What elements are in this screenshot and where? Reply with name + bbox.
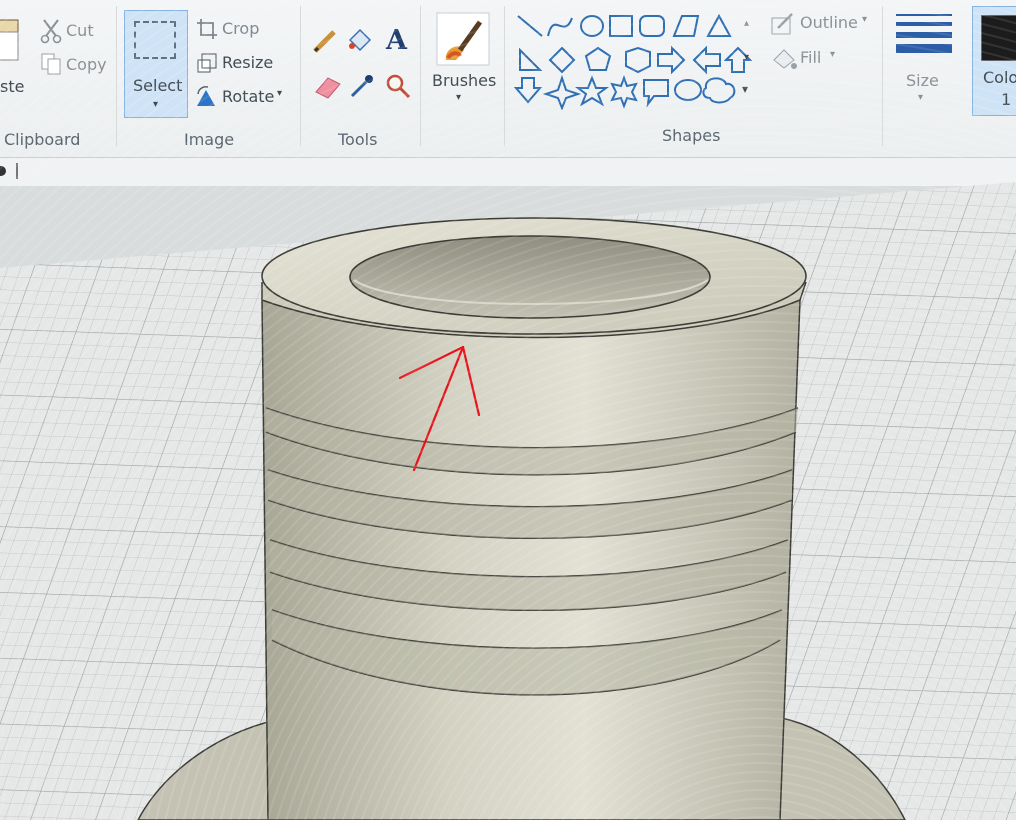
model-bore [349,235,711,319]
model-view [0,182,1016,820]
